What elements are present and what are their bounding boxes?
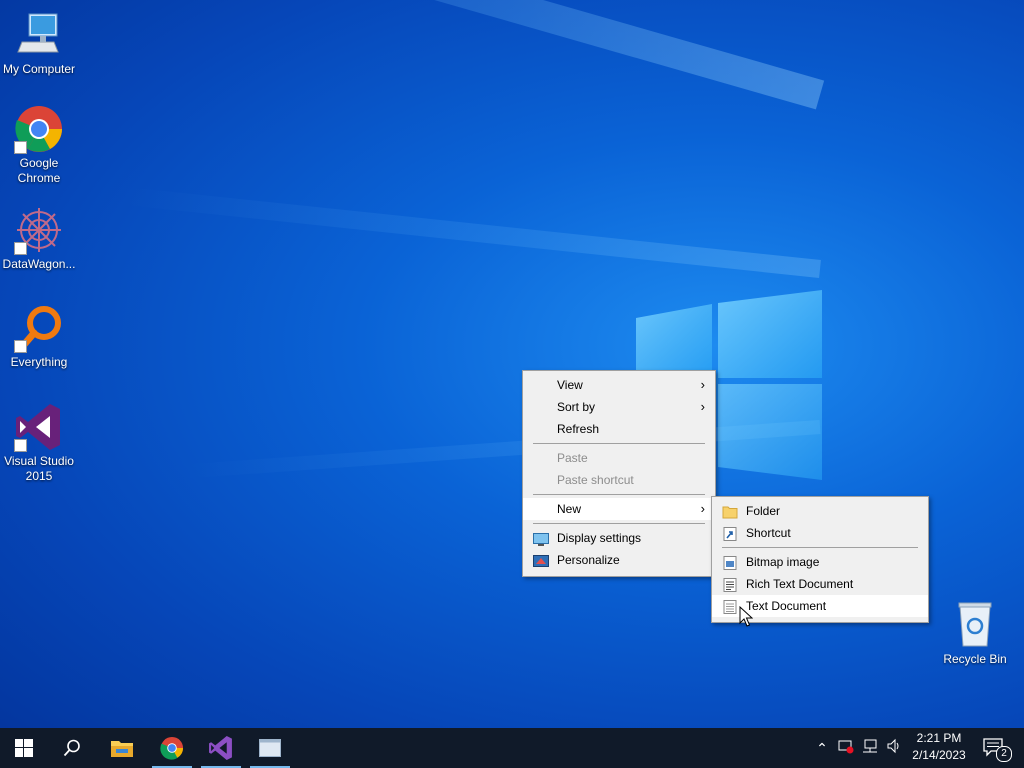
new-submenu: Folder Shortcut Bitmap image Rich Text D… [711,496,929,623]
menu-item-refresh[interactable]: Refresh [523,418,715,440]
menu-item-sort-by[interactable]: Sort by › [523,396,715,418]
visual-studio-icon [209,736,232,760]
shortcut-arrow-icon [14,141,27,154]
chrome-icon [14,104,64,154]
taskbar-chrome[interactable] [148,728,196,768]
menu-item-view[interactable]: View › [523,374,715,396]
shortcut-arrow-icon [14,439,27,452]
desktop[interactable]: My Computer Google Chrome DataWagon... E… [0,0,1024,768]
everything-icon [14,303,64,353]
recycle-bin-icon [950,600,1000,650]
desktop-icon-label: Recycle Bin [943,652,1007,666]
desktop-icon-label: DataWagon... [2,257,76,271]
start-button[interactable] [0,728,48,768]
taskbar: ⌃ 2:21 PM 2/14/2023 2 [0,728,1024,768]
taskbar-window[interactable] [246,728,294,768]
shortcut-arrow-icon [14,340,27,353]
clock-date: 2/14/2023 [912,748,966,762]
menu-item-display-settings[interactable]: Display settings [523,527,715,549]
desktop-context-menu: View › Sort by › Refresh Paste Paste sho… [522,370,716,577]
taskbar-file-explorer[interactable] [98,728,146,768]
bitmap-icon [722,555,738,570]
desktop-icon-label: Visual Studio 2015 [4,454,74,483]
submenu-item-shortcut[interactable]: Shortcut [712,522,928,544]
submenu-item-rich-text-document[interactable]: Rich Text Document [712,573,928,595]
notification-count-badge: 2 [996,746,1012,762]
action-center-button[interactable]: 2 [972,728,1016,768]
menu-separator [722,547,918,548]
system-clock[interactable]: 2:21 PM 2/14/2023 [900,730,978,764]
shortcut-icon [722,526,738,541]
window-icon [259,739,281,757]
submenu-item-folder[interactable]: Folder [712,500,928,522]
chrome-icon [160,736,184,760]
start-icon [15,739,33,757]
rich-text-icon [722,577,738,592]
network-icon[interactable] [860,738,880,758]
search-icon [63,739,80,757]
my-computer-icon [14,10,64,60]
menu-separator [533,443,705,444]
desktop-icon-label: Everything [10,355,68,369]
show-hidden-icons-button[interactable]: ⌃ [812,738,832,758]
menu-separator [533,494,705,495]
desktop-icon-label: My Computer [2,62,76,76]
text-document-icon [722,599,738,614]
datawagon-icon [14,205,64,255]
search-button[interactable] [48,728,96,768]
menu-item-paste-shortcut[interactable]: Paste shortcut [523,469,715,491]
menu-item-personalize[interactable]: Personalize [523,549,715,571]
chevron-right-icon: › [700,377,705,392]
clock-time: 2:21 PM [916,731,962,745]
desktop-icon-datawagon[interactable]: DataWagon... [0,205,78,272]
folder-icon [722,504,738,519]
taskbar-visual-studio[interactable] [197,728,245,768]
chevron-right-icon: › [700,501,705,516]
file-explorer-icon [111,741,133,757]
submenu-item-bitmap-image[interactable]: Bitmap image [712,551,928,573]
desktop-icon-everything[interactable]: Everything [0,303,78,370]
personalize-icon [533,553,549,567]
display-settings-icon [533,531,549,546]
wallpaper-ray [27,0,825,110]
desktop-icon-recycle-bin[interactable]: Recycle Bin [936,600,1014,667]
menu-item-paste[interactable]: Paste [523,447,715,469]
desktop-icon-visual-studio[interactable]: Visual Studio 2015 [0,402,78,484]
visual-studio-icon [14,402,64,452]
shortcut-arrow-icon [14,242,27,255]
mouse-cursor-icon [739,606,753,627]
desktop-icon-google-chrome[interactable]: Google Chrome [0,104,78,186]
desktop-icon-label: Google Chrome [17,156,61,185]
desktop-icon-my-computer[interactable]: My Computer [0,10,78,77]
network-warning-icon[interactable] [836,738,856,758]
menu-item-new[interactable]: New › [523,498,715,520]
wallpaper-ray [122,186,821,278]
chevron-right-icon: › [700,399,705,414]
menu-separator [533,523,705,524]
